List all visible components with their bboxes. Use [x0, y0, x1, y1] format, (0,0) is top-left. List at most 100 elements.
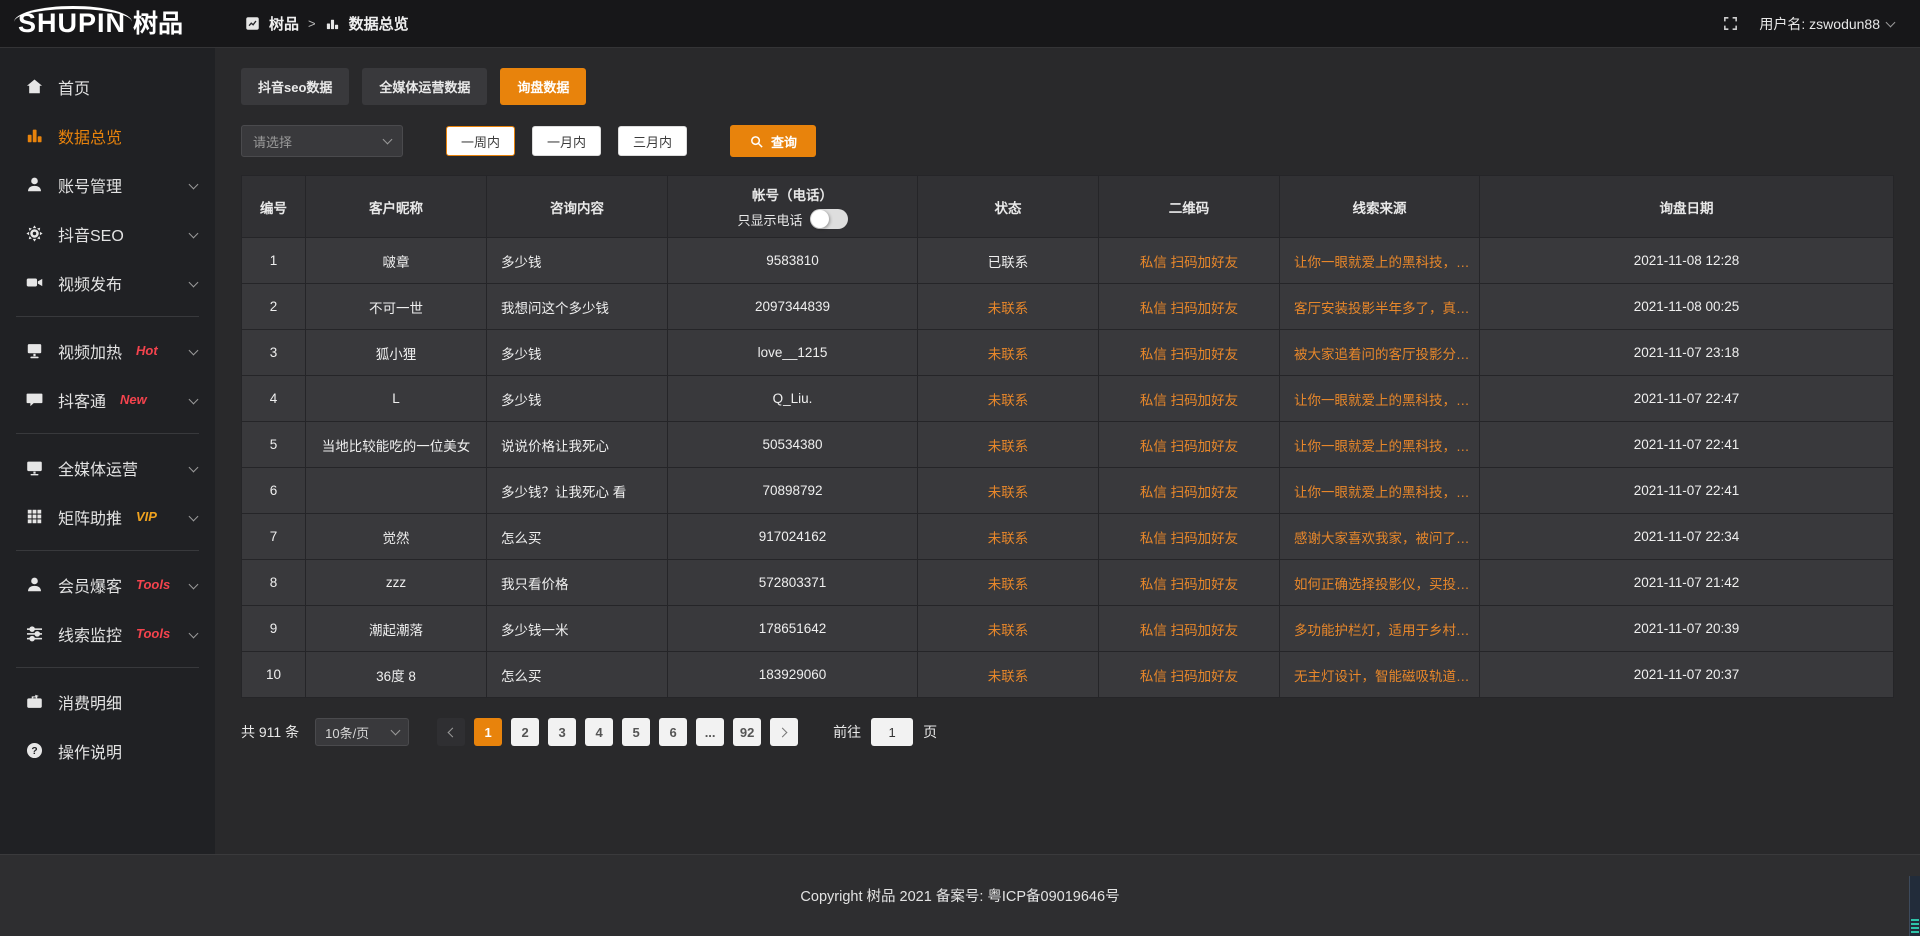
user-menu[interactable]: 用户名: zswodun88	[1759, 14, 1894, 34]
copyright-text: Copyright 树品 2021 备案号: 粤ICP备09019646号	[800, 885, 1119, 906]
wallet-icon	[24, 692, 44, 711]
page-button[interactable]: 6	[659, 718, 687, 746]
status-text: 未联系	[918, 560, 1099, 606]
grid-icon	[24, 507, 44, 526]
lead-source-link[interactable]: 让你一眼就爱上的黑科技，能...	[1280, 422, 1480, 468]
lead-source-link[interactable]: 让你一眼就爱上的黑科技，能...	[1280, 238, 1480, 284]
sidebar-item-douketong[interactable]: 抖客通 New	[0, 375, 215, 424]
sidebar-item-video-heat[interactable]: 视频加热 Hot	[0, 326, 215, 375]
tab-douyin-seo-data[interactable]: 抖音seo数据	[241, 68, 349, 105]
cell-content: 多少钱	[487, 330, 668, 376]
page-size-select[interactable]: 10条/页	[315, 718, 409, 746]
lead-source-link[interactable]: 被大家追着问的客厅投影分享...	[1280, 330, 1480, 376]
lead-source-link[interactable]: 多功能护栏灯，适用于乡村文...	[1280, 606, 1480, 652]
qr-link[interactable]: 私信 扫码加好友	[1099, 652, 1280, 698]
cell-nickname: 狐小狸	[306, 330, 487, 376]
qr-link[interactable]: 私信 扫码加好友	[1099, 330, 1280, 376]
breadcrumb-app[interactable]: 树品	[269, 13, 299, 34]
sidebar-item-label: 视频加热	[58, 339, 122, 363]
chevron-down-icon	[189, 463, 199, 473]
cell-account: 917024162	[668, 514, 918, 560]
breadcrumb-page[interactable]: 数据总览	[349, 13, 409, 34]
col-header-lead-source: 线索来源	[1280, 176, 1480, 238]
logo-text-cn: 树品	[133, 11, 183, 37]
new-badge: New	[120, 392, 147, 407]
page-button[interactable]: 1	[474, 718, 502, 746]
status-text: 未联系	[918, 606, 1099, 652]
page-button[interactable]: 5	[622, 718, 650, 746]
tab-inquiry-data[interactable]: 询盘数据	[500, 68, 586, 105]
chevron-down-icon	[189, 278, 199, 288]
sidebar-item-member-baoke[interactable]: 会员爆客 Tools	[0, 560, 215, 609]
qr-link[interactable]: 私信 扫码加好友	[1099, 422, 1280, 468]
lead-source-link[interactable]: 客厅安装投影半年多了，真实...	[1280, 284, 1480, 330]
account-select[interactable]: 请选择	[241, 125, 403, 157]
period-button-week[interactable]: 一周内	[446, 126, 515, 156]
sidebar-item-spending-details[interactable]: 消费明细	[0, 677, 215, 726]
cell-account: 183929060	[668, 652, 918, 698]
tab-omnimedia-data[interactable]: 全媒体运营数据	[362, 68, 487, 105]
sidebar-item-lead-monitor[interactable]: 线索监控 Tools	[0, 609, 215, 658]
status-text: 未联系	[918, 422, 1099, 468]
cell-id: 2	[242, 284, 306, 330]
page-button[interactable]: 92	[733, 718, 761, 746]
user-label: 用户名: zswodun88	[1759, 14, 1880, 34]
screen-icon	[24, 341, 44, 360]
lead-source-link[interactable]: 感谢大家喜欢我家，被问了好...	[1280, 514, 1480, 560]
prev-page-button[interactable]	[437, 718, 465, 746]
qr-link[interactable]: 私信 扫码加好友	[1099, 238, 1280, 284]
corner-widget	[1909, 876, 1920, 936]
lead-source-link[interactable]: 无主灯设计，智能磁吸轨道灯...	[1280, 652, 1480, 698]
sidebar-item-home[interactable]: 首页	[0, 62, 215, 111]
period-button-month[interactable]: 一月内	[532, 126, 601, 156]
cell-account: 572803371	[668, 560, 918, 606]
cell-account: Q_Liu.	[668, 376, 918, 422]
table-row: 4 L 多少钱 Q_Liu. 未联系 私信 扫码加好友 让你一眼就爱上的黑科技，…	[242, 376, 1894, 422]
cell-date: 2021-11-07 22:41	[1480, 422, 1894, 468]
main-content: 抖音seo数据 全媒体运营数据 询盘数据 请选择 一周内 一月内 三月内 查询	[215, 48, 1920, 854]
page-button[interactable]: 4	[585, 718, 613, 746]
qr-link[interactable]: 私信 扫码加好友	[1099, 284, 1280, 330]
col-header-account: 帐号（电话） 只显示电话	[668, 176, 918, 238]
page-button[interactable]: 3	[548, 718, 576, 746]
sidebar-item-label: 账号管理	[58, 173, 122, 197]
page-button[interactable]: 2	[511, 718, 539, 746]
topbar: SHUPIN 树品 树品 > 数据总览 用户名: zswodun88	[0, 0, 1920, 48]
query-button[interactable]: 查询	[730, 125, 816, 157]
vip-badge: VIP	[136, 509, 157, 524]
fullscreen-icon[interactable]	[1722, 15, 1739, 32]
sidebar-item-omnimedia[interactable]: 全媒体运营	[0, 443, 215, 492]
lead-source-link[interactable]: 让你一眼就爱上的黑科技，能...	[1280, 376, 1480, 422]
qr-link[interactable]: 私信 扫码加好友	[1099, 468, 1280, 514]
footer: Copyright 树品 2021 备案号: 粤ICP备09019646号	[0, 854, 1920, 936]
sidebar-item-label: 矩阵助推	[58, 505, 122, 529]
qr-link[interactable]: 私信 扫码加好友	[1099, 560, 1280, 606]
next-page-button[interactable]	[770, 718, 798, 746]
lead-source-link[interactable]: 如何正确选择投影仪，买投影...	[1280, 560, 1480, 606]
lead-source-link[interactable]: 让你一眼就爱上的黑科技，能...	[1280, 468, 1480, 514]
qr-link[interactable]: 私信 扫码加好友	[1099, 376, 1280, 422]
sidebar-item-video-publish[interactable]: 视频发布	[0, 258, 215, 307]
period-button-quarter[interactable]: 三月内	[618, 126, 687, 156]
sidebar-item-label: 抖客通	[58, 388, 106, 412]
cell-account: 50534380	[668, 422, 918, 468]
cell-id: 1	[242, 238, 306, 284]
phone-only-toggle[interactable]	[810, 209, 848, 229]
sidebar-item-label: 线索监控	[58, 622, 122, 646]
qr-link[interactable]: 私信 扫码加好友	[1099, 514, 1280, 560]
goto-page-input[interactable]	[871, 718, 913, 746]
chevron-down-icon	[189, 229, 199, 239]
cell-nickname: 觉然	[306, 514, 487, 560]
sidebar-item-label: 全媒体运营	[58, 456, 138, 480]
page-ellipsis-button[interactable]: ...	[696, 718, 724, 746]
cell-nickname: 当地比较能吃的一位美女	[306, 422, 487, 468]
sidebar-item-matrix-boost[interactable]: 矩阵助推 VIP	[0, 492, 215, 541]
sidebar-item-douyin-seo[interactable]: 抖音SEO	[0, 209, 215, 258]
filter-bar: 请选择 一周内 一月内 三月内 查询	[241, 125, 1894, 157]
status-text: 已联系	[918, 238, 1099, 284]
sidebar-item-account-management[interactable]: 账号管理	[0, 160, 215, 209]
sidebar-item-instructions[interactable]: ? 操作说明	[0, 726, 215, 775]
sidebar-item-data-overview[interactable]: 数据总览	[0, 111, 215, 160]
tools-badge: Tools	[136, 577, 170, 592]
qr-link[interactable]: 私信 扫码加好友	[1099, 606, 1280, 652]
